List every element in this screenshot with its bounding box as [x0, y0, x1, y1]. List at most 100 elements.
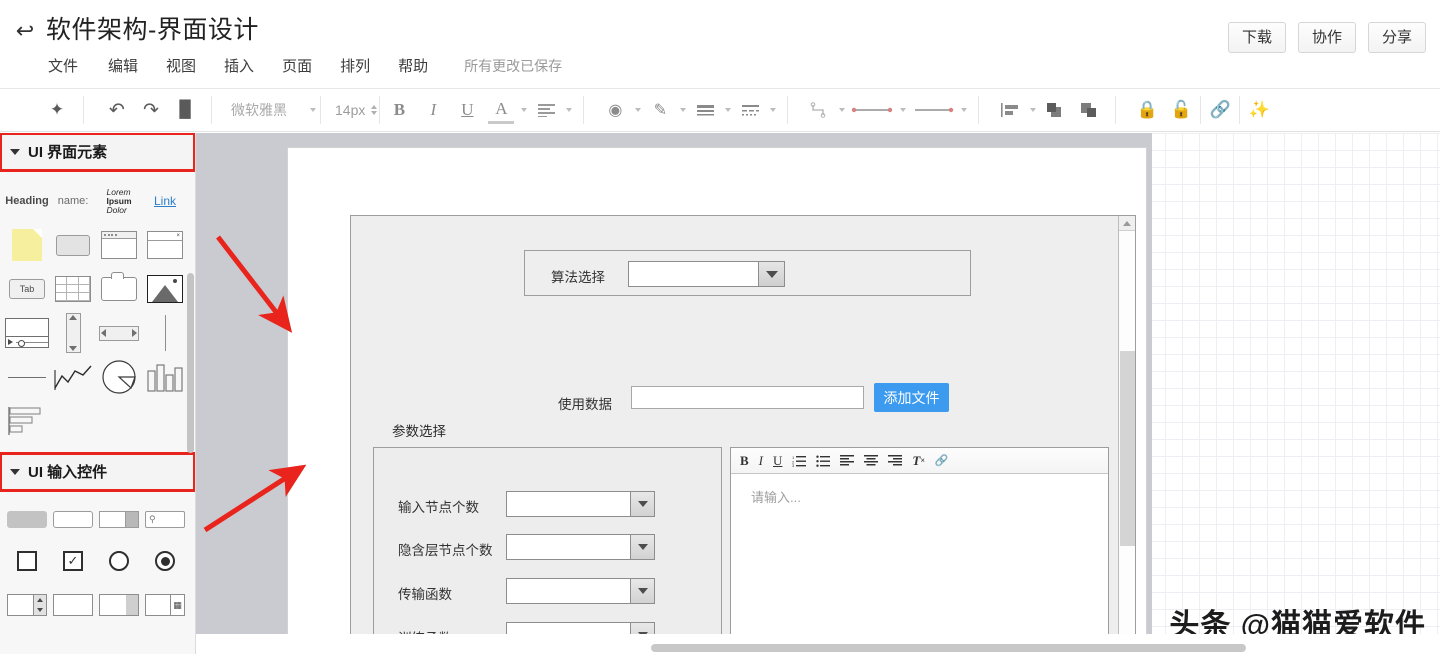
date-picker-element[interactable]: ▦	[142, 594, 188, 616]
filled-button-element[interactable]	[4, 511, 50, 528]
editor-body[interactable]: 请输入...	[731, 474, 1108, 507]
radio-checked-element[interactable]	[142, 551, 188, 571]
search-box-element[interactable]: ⚲	[142, 511, 188, 528]
chevron-down-icon[interactable]	[770, 108, 776, 112]
button-element[interactable]	[50, 235, 96, 256]
font-size-stepper[interactable]	[371, 105, 377, 115]
hidden-layer-node-count-value[interactable]	[507, 535, 630, 559]
share-button[interactable]: 分享	[1368, 22, 1426, 53]
bold-button[interactable]: B	[386, 96, 412, 124]
image-placeholder-element[interactable]	[142, 275, 188, 303]
lock-icon[interactable]: 🔒	[1134, 96, 1160, 124]
scrollbar-thumb[interactable]	[651, 644, 1246, 652]
fill-bucket-icon[interactable]: ◉	[602, 96, 628, 124]
link-icon[interactable]: 🔗	[935, 454, 949, 467]
line-end-icon[interactable]	[912, 96, 954, 124]
sidebar-section-ui-elements[interactable]: UI 界面元素	[0, 133, 195, 171]
menu-item-page[interactable]: 页面	[268, 53, 326, 78]
chevron-down-icon[interactable]	[839, 108, 845, 112]
browser-window-element[interactable]	[96, 231, 142, 259]
ordered-list-icon[interactable]: 1 2 3	[792, 455, 806, 467]
scroll-up-icon[interactable]	[1119, 216, 1135, 231]
chevron-down-icon[interactable]	[758, 262, 784, 286]
dialog-window-element[interactable]: ×	[142, 231, 188, 259]
connector-icon[interactable]	[806, 96, 832, 124]
transfer-function-select[interactable]	[506, 578, 655, 604]
radio-unchecked-element[interactable]	[96, 551, 142, 571]
text-color-button[interactable]: A	[488, 96, 514, 124]
stepper-down-icon[interactable]	[371, 111, 377, 115]
chevron-down-icon[interactable]	[630, 535, 654, 559]
pie-chart-element[interactable]	[96, 359, 142, 395]
progress-field-element[interactable]	[96, 594, 142, 616]
undo-icon[interactable]: ↶	[104, 96, 130, 124]
bullet-list-icon[interactable]	[816, 455, 830, 467]
clear-format-icon[interactable]: T×	[912, 453, 925, 469]
font-family-select[interactable]: 微软雅黑	[221, 100, 307, 120]
algorithm-select-value[interactable]	[629, 262, 758, 286]
lorem-ipsum-text-element[interactable]: Lorem Ipsum Dolor	[96, 188, 142, 215]
distribute-icon[interactable]	[997, 96, 1023, 124]
text-field-element[interactable]	[50, 594, 96, 616]
line-dash-icon[interactable]	[737, 96, 763, 124]
menu-item-arrange[interactable]: 排列	[326, 53, 384, 78]
algorithm-select[interactable]	[628, 261, 785, 287]
hidden-layer-node-count-select[interactable]	[506, 534, 655, 560]
checkbox-checked-element[interactable]: ✓	[50, 551, 96, 571]
menu-item-help[interactable]: 帮助	[384, 53, 442, 78]
chevron-down-icon[interactable]	[1030, 108, 1036, 112]
canvas-horizontal-scrollbar[interactable]	[196, 641, 1440, 654]
link-icon[interactable]: 🔗	[1207, 96, 1233, 124]
chevron-down-icon[interactable]	[630, 579, 654, 603]
pen-color-icon[interactable]: ✎	[647, 96, 673, 124]
rich-text-editor[interactable]: B I U 1 2 3	[730, 447, 1109, 654]
bring-forward-icon[interactable]	[1042, 96, 1068, 124]
font-size-input[interactable]: 14px	[323, 102, 367, 118]
align-center-icon[interactable]	[864, 455, 878, 466]
link-text-element[interactable]: Link	[142, 194, 188, 208]
checkbox-unchecked-element[interactable]	[4, 551, 50, 571]
input-node-count-value[interactable]	[507, 492, 630, 516]
chevron-down-icon[interactable]	[725, 108, 731, 112]
download-button[interactable]: 下载	[1228, 22, 1286, 53]
sidebar-section-ui-inputs[interactable]: UI 输入控件	[0, 453, 195, 491]
chevron-down-icon[interactable]	[566, 108, 572, 112]
add-file-button[interactable]: 添加文件	[874, 383, 949, 412]
transfer-function-value[interactable]	[507, 579, 630, 603]
italic-button[interactable]: I	[420, 96, 446, 124]
column-chart-element[interactable]	[142, 361, 188, 393]
stepper-up-icon[interactable]	[371, 105, 377, 109]
collaborate-button[interactable]: 协作	[1298, 22, 1356, 53]
chevron-down-icon[interactable]	[961, 108, 967, 112]
chevron-down-icon[interactable]	[10, 469, 20, 475]
sidebar-scrollbar-thumb[interactable]	[187, 273, 194, 453]
heading-text-element[interactable]: Heading	[4, 195, 50, 207]
sticky-note-element[interactable]	[4, 229, 50, 261]
name-label-element[interactable]: name:	[50, 195, 96, 207]
input-node-count-select[interactable]	[506, 491, 655, 517]
vertical-divider-element[interactable]	[142, 315, 188, 351]
editor-italic-button[interactable]: I	[759, 453, 763, 469]
chevron-down-icon[interactable]	[521, 108, 527, 112]
sparkle-theme-icon[interactable]: ✦	[44, 96, 70, 124]
menu-item-view[interactable]: 视图	[152, 53, 210, 78]
menu-item-insert[interactable]: 插入	[210, 53, 268, 78]
align-right-icon[interactable]	[888, 455, 902, 466]
design-page[interactable]: 算法选择 使用数据 添加文件 参数选择 输入节点个数	[288, 148, 1146, 654]
callout-element[interactable]	[96, 277, 142, 301]
vertical-scrollbar-element[interactable]	[50, 313, 96, 353]
chevron-down-icon[interactable]	[310, 108, 316, 112]
horizontal-bar-chart-element[interactable]	[4, 405, 50, 437]
align-left-icon[interactable]	[840, 455, 854, 466]
video-player-element[interactable]	[4, 318, 50, 348]
magic-wand-icon[interactable]: ✨	[1246, 96, 1272, 124]
text-input-element[interactable]	[50, 511, 96, 528]
scrollbar-thumb[interactable]	[1120, 351, 1135, 546]
dropdown-select-element[interactable]	[96, 511, 142, 528]
align-icon[interactable]	[533, 96, 559, 124]
menu-item-edit[interactable]: 编辑	[94, 53, 152, 78]
chevron-down-icon[interactable]	[630, 492, 654, 516]
chevron-down-icon[interactable]	[635, 108, 641, 112]
design-canvas[interactable]: 算法选择 使用数据 添加文件 参数选择 输入节点个数	[196, 133, 1440, 654]
line-weight-icon[interactable]	[692, 96, 718, 124]
